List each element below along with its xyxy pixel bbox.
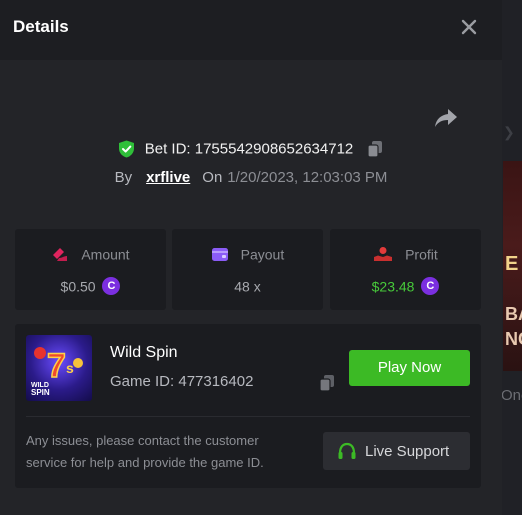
bet-date: 1/20/2023, 12:03:03 PM [227, 169, 388, 186]
stat-profit: Profit $23.48 C [330, 229, 481, 310]
live-support-button[interactable]: Live Support [323, 432, 470, 470]
slot-seven-icon: 7 s WILD SPIN [31, 346, 83, 397]
username-link[interactable]: xrflive [146, 169, 190, 186]
stat-label: Payout [240, 246, 285, 263]
coin-icon: C [421, 277, 440, 296]
support-notice: Any issues, please contact the customer … [26, 433, 264, 470]
shield-check-icon [118, 140, 134, 158]
background-label: One [501, 387, 522, 404]
stat-value: $0.50 [60, 278, 96, 295]
modal-title: Details [13, 17, 69, 36]
on-label: On [202, 169, 223, 186]
divider [26, 416, 470, 417]
coin-icon: C [102, 277, 121, 296]
background-game-card[interactable]: E BA NC [503, 161, 522, 371]
modal-header: Details [0, 0, 502, 60]
game-name: Wild Spin [110, 344, 178, 361]
chevron-right-icon[interactable]: ❯ [503, 124, 515, 141]
stat-amount: Amount $0.50 C [15, 229, 166, 310]
close-button[interactable] [458, 16, 480, 38]
stat-label: Profit [405, 246, 438, 263]
game-id: Game ID: 477316402 [110, 373, 254, 390]
by-label: By [114, 169, 133, 186]
bet-id-text: Bet ID: 1755542908652634712 [144, 140, 354, 158]
background-card-text: E [505, 253, 519, 275]
svg-text:7: 7 [47, 347, 66, 385]
share-icon [435, 109, 457, 127]
copy-icon[interactable] [318, 374, 336, 392]
bet-id-row: Bet ID: 1755542908652634712 [0, 140, 502, 162]
game-panel: 7 s WILD SPIN Wild Spin Game ID: 4773164… [15, 324, 481, 488]
headset-icon [338, 442, 356, 459]
svg-text:SPIN: SPIN [31, 388, 50, 397]
close-icon [461, 19, 477, 35]
stat-value: 48 x [234, 278, 261, 295]
background-card-text: BA [505, 304, 522, 324]
stat-value: $23.48 [371, 278, 415, 295]
svg-text:s: s [66, 360, 74, 376]
share-button[interactable] [433, 106, 459, 130]
stat-payout: Payout 48 x [172, 229, 323, 310]
live-support-label: Live Support [365, 443, 450, 460]
background-card-text: NC [505, 329, 522, 349]
amount-icon [53, 248, 68, 262]
details-modal: Details Bet ID: 1755542908652634712 By xr… [0, 0, 502, 515]
profit-hand-icon [374, 247, 393, 262]
game-thumbnail[interactable]: 7 s WILD SPIN [26, 335, 92, 401]
wallet-icon [211, 247, 228, 261]
copy-icon[interactable] [366, 140, 384, 158]
bet-meta-row: By xrflive On 1/20/2023, 12:03:03 PM [0, 169, 502, 186]
play-now-button[interactable]: Play Now [349, 350, 470, 386]
stat-label: Amount [81, 246, 130, 263]
